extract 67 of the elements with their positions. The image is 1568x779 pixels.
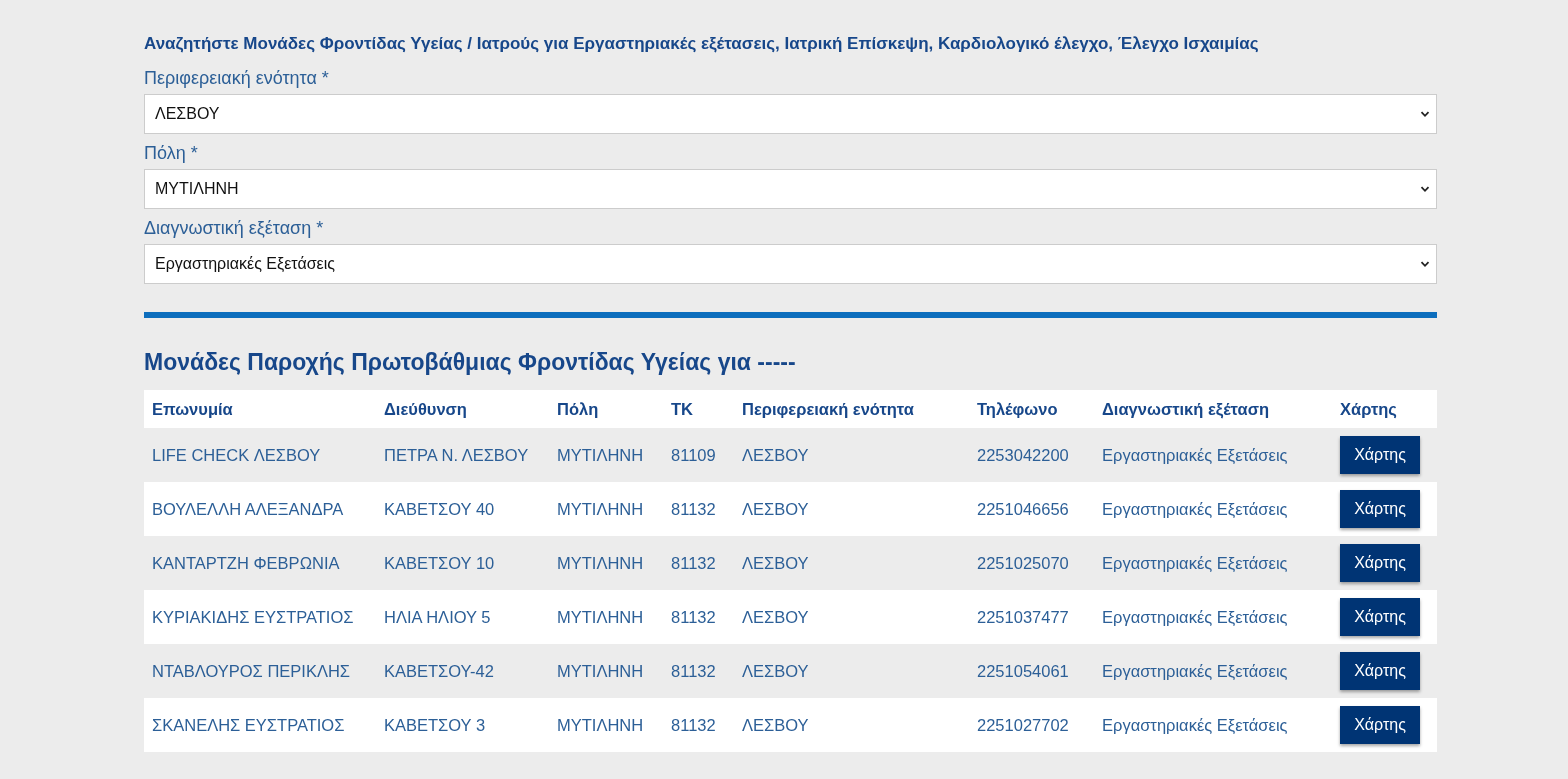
field-label: Πόλη *	[144, 142, 198, 164]
table-cell: ΜΥΤΙΛΗΝΗ	[549, 428, 663, 482]
table-cell: ΜΥΤΙΛΗΝΗ	[549, 644, 663, 698]
results-title: Μονάδες Παροχής Πρωτοβάθμιας Φροντίδας Υγείας για -----	[144, 348, 796, 376]
column-header: Διεύθυνση	[376, 390, 549, 428]
table-cell: 2251054061	[969, 644, 1094, 698]
table-cell: 81109	[663, 428, 734, 482]
table-cell: ΛΕΣΒΟΥ	[734, 536, 969, 590]
column-header: Περιφερειακή ενότητα	[734, 390, 969, 428]
table-cell: ΜΥΤΙΛΗΝΗ	[549, 698, 663, 752]
field-label: Διαγνωστική εξέταση *	[144, 217, 324, 239]
table-cell: Εργαστηριακές Εξετάσεις	[1094, 590, 1332, 644]
table-cell: 81132	[663, 698, 734, 752]
table-cell: ΣΚΑΝΕΛΗΣ ΕΥΣΤΡΑΤΙΟΣ	[144, 698, 376, 752]
table-cell: Εργαστηριακές Εξετάσεις	[1094, 644, 1332, 698]
table-cell: ΚΑΝΤΑΡΤΖΗ ΦΕΒΡΩΝΙΑ	[144, 536, 376, 590]
chevron-icon	[1420, 259, 1430, 269]
chevron-icon	[1420, 109, 1430, 119]
column-header: Διαγνωστική εξέταση	[1094, 390, 1332, 428]
table-cell: ΛΕΣΒΟΥ	[734, 428, 969, 482]
dropdown-field[interactable]: ΛΕΣΒΟΥ	[144, 94, 1437, 134]
table-cell: ΛΕΣΒΟΥ	[734, 644, 969, 698]
table-cell: Εργαστηριακές Εξετάσεις	[1094, 482, 1332, 536]
table-cell: Εργαστηριακές Εξετάσεις	[1094, 698, 1332, 752]
table-cell: ΚΑΒΕΤΣΟΥ 10	[376, 536, 549, 590]
table-cell: LIFE CHECK ΛΕΣΒΟΥ	[144, 428, 376, 482]
table-cell: ΝΤΑΒΛΟΥΡΟΣ ΠΕΡΙΚΛΗΣ	[144, 644, 376, 698]
table-cell: 81132	[663, 644, 734, 698]
table-cell: ΛΕΣΒΟΥ	[734, 698, 969, 752]
table-cell: 81132	[663, 482, 734, 536]
table-cell: 81132	[663, 590, 734, 644]
table-cell: 2251025070	[969, 536, 1094, 590]
map-button[interactable]: Χάρτης	[1340, 490, 1420, 528]
search-title: Αναζητήστε Μονάδες Φροντίδας Υγείας / Ιατρούς για Εργαστηριακές εξέτασεις, Ιατρική Επίσκεψη, Καρδιολογικό έλεγχο, Έλεγχο Ισχαιμίας	[144, 33, 1259, 55]
table-cell: 2253042200	[969, 428, 1094, 482]
table-cell: Εργαστηριακές Εξετάσεις	[1094, 428, 1332, 482]
table-cell: ΜΥΤΙΛΗΝΗ	[549, 590, 663, 644]
table-cell: ΒΟΥΛΕΛΛΗ ΑΛΕΞΑΝΔΡΑ	[144, 482, 376, 536]
column-header: Τηλέφωνο	[969, 390, 1094, 428]
chevron-icon	[1420, 184, 1430, 194]
table-cell: ΗΛΙΑ ΗΛΙΟΥ 5	[376, 590, 549, 644]
table-cell: 2251027702	[969, 698, 1094, 752]
table-cell: ΜΥΤΙΛΗΝΗ	[549, 536, 663, 590]
column-header: ΤΚ	[663, 390, 734, 428]
table-cell: 2251046656	[969, 482, 1094, 536]
table-cell: Εργαστηριακές Εξετάσεις	[1094, 536, 1332, 590]
column-header: Πόλη	[549, 390, 663, 428]
table-cell: ΜΥΤΙΛΗΝΗ	[549, 482, 663, 536]
map-button[interactable]: Χάρτης	[1340, 598, 1420, 636]
map-button[interactable]: Χάρτης	[1340, 544, 1420, 582]
table-cell: ΚΑΒΕΤΣΟΥ 40	[376, 482, 549, 536]
field-label: Περιφερειακή ενότητα *	[144, 67, 329, 89]
table-cell: ΛΕΣΒΟΥ	[734, 590, 969, 644]
dropdown-field[interactable]: ΜΥΤΙΛΗΝΗ	[144, 169, 1437, 209]
table-cell: 81132	[663, 536, 734, 590]
table-cell: ΚΥΡΙΑΚΙΔΗΣ ΕΥΣΤΡΑΤΙΟΣ	[144, 590, 376, 644]
map-button[interactable]: Χάρτης	[1340, 706, 1420, 744]
table-cell: 2251037477	[969, 590, 1094, 644]
map-button[interactable]: Χάρτης	[1340, 436, 1420, 474]
table-cell: ΚΑΒΕΤΣΟΥ 3	[376, 698, 549, 752]
table-cell: ΚΑΒΕΤΣΟΥ-42	[376, 644, 549, 698]
table-cell: ΠΕΤΡΑ Ν. ΛΕΣΒΟΥ	[376, 428, 549, 482]
column-header: Επωνυμία	[144, 390, 376, 428]
map-button[interactable]: Χάρτης	[1340, 652, 1420, 690]
table-cell: ΛΕΣΒΟΥ	[734, 482, 969, 536]
dropdown-field[interactable]: Εργαστηριακές Εξετάσεις	[144, 244, 1437, 284]
column-header: Χάρτης	[1332, 390, 1437, 428]
